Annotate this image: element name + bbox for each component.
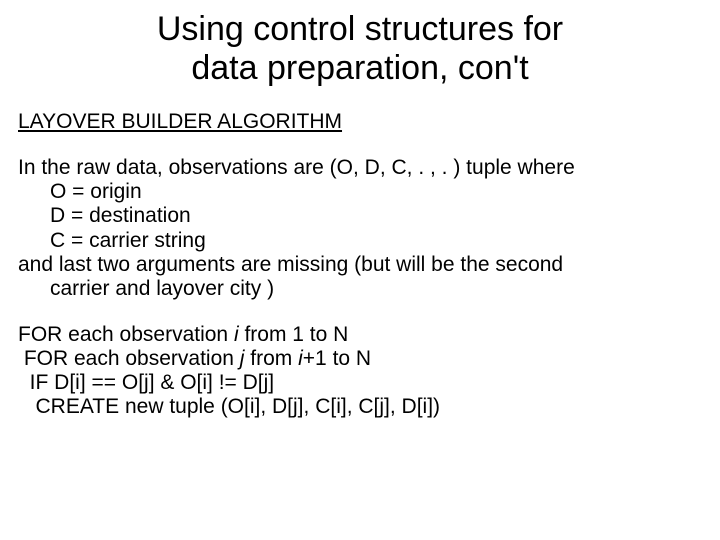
intro-line: In the raw data, observations are (O, D,… xyxy=(18,156,575,179)
def-d: D = destination xyxy=(18,204,720,228)
section-heading: LAYOVER BUILDER ALGORITHM xyxy=(18,110,720,134)
slide-title: Using control structures for data prepar… xyxy=(0,0,720,88)
algo-if: IF D[i] == O[j] & O[i] != D[j] xyxy=(18,371,274,394)
title-line-1: Using control structures for xyxy=(157,10,563,48)
tail-line-2: carrier and layover city ) xyxy=(18,277,720,301)
title-line-2: data preparation, con't xyxy=(191,49,528,87)
def-o: O = origin xyxy=(18,180,720,204)
algo-for-outer: FOR each observation i from 1 to N xyxy=(18,323,348,346)
algo-create: CREATE new tuple (O[i], D[j], C[i], C[j]… xyxy=(18,395,440,418)
algorithm-block: FOR each observation i from 1 to N FOR e… xyxy=(18,323,720,420)
def-c: C = carrier string xyxy=(18,229,720,253)
algo-for-inner: FOR each observation j from i+1 to N xyxy=(24,347,371,370)
body-text: In the raw data, observations are (O, D,… xyxy=(18,156,720,301)
tail-line-1: and last two arguments are missing (but … xyxy=(18,253,563,276)
slide: Using control structures for data prepar… xyxy=(0,0,720,540)
